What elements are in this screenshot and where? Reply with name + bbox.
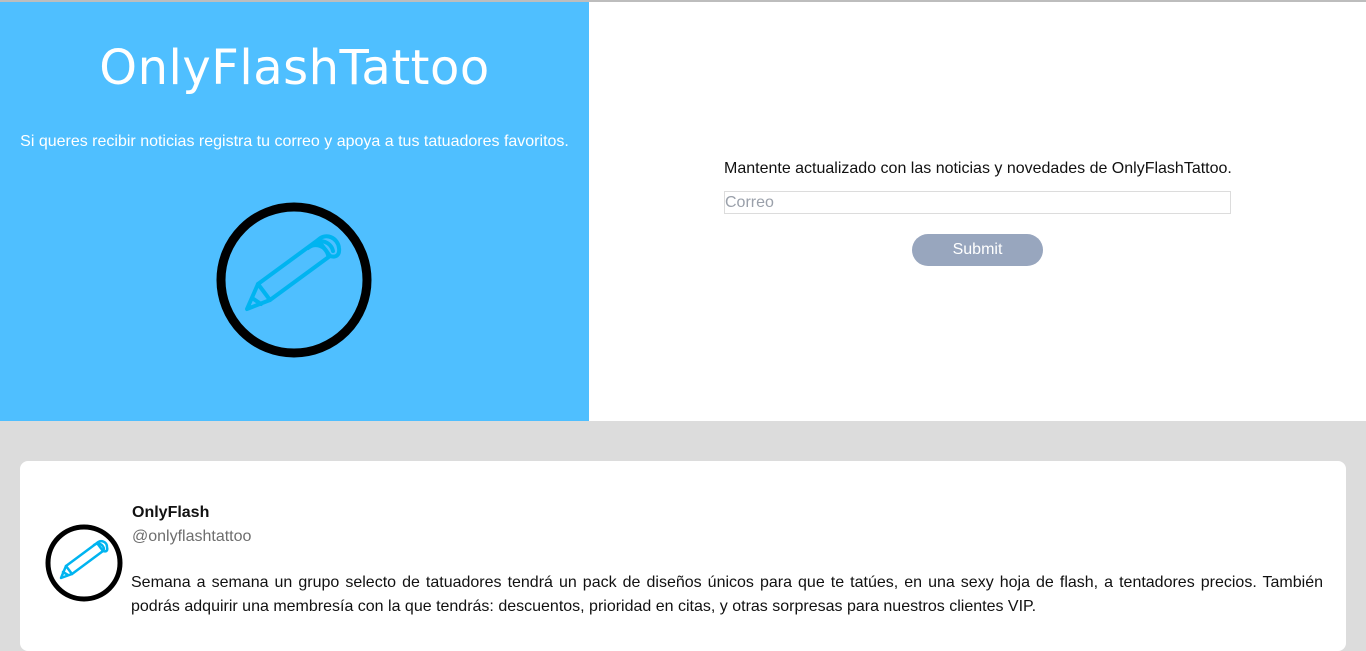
post-author-name[interactable]: OnlyFlash xyxy=(132,504,209,522)
email-input[interactable] xyxy=(724,191,1231,214)
post-body: Semana a semana un grupo selecto de tatu… xyxy=(131,574,1323,615)
post-card: OnlyFlash @onlyflashtattoo Semana a sema… xyxy=(20,461,1346,651)
site-title: OnlyFlashTattoo xyxy=(99,40,490,96)
pencil-logo-icon xyxy=(216,202,372,358)
post-author-handle[interactable]: @onlyflashtattoo xyxy=(132,528,251,546)
submit-button[interactable]: Submit xyxy=(912,234,1043,266)
hero-banner: OnlyFlashTattoo Si queres recibir notici… xyxy=(0,2,589,421)
avatar-pencil-icon xyxy=(45,524,123,602)
hero-subtitle: Si queres recibir noticias registra tu c… xyxy=(20,133,569,150)
newsletter-panel: Mantente actualizado con las noticias y … xyxy=(589,2,1366,421)
newsletter-text: Mantente actualizado con las noticias y … xyxy=(724,160,1232,177)
